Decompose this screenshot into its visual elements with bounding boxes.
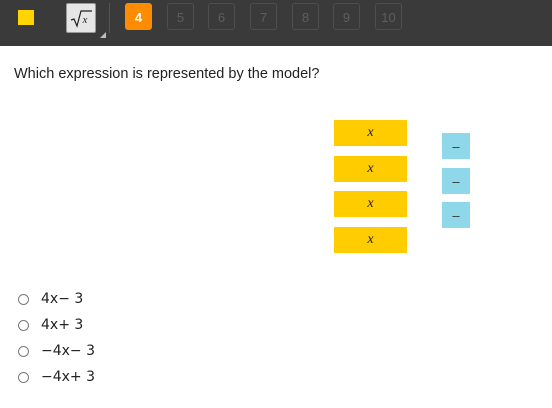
toolbar-divider [109, 3, 110, 33]
answer-option-label: −4x− 3 [41, 343, 96, 359]
x-tile: x [334, 156, 407, 182]
answer-option-4[interactable]: −4x+ 3 [18, 369, 95, 385]
radio-button[interactable] [18, 293, 29, 305]
calculator-button[interactable]: x [66, 3, 96, 33]
answer-option-3[interactable]: −4x− 3 [18, 343, 95, 359]
question-number-10[interactable]: 10 [375, 3, 402, 30]
calculator-menu-indicator [100, 32, 106, 38]
answer-option-label: 4x+ 3 [41, 317, 84, 333]
question-number-8[interactable]: 8 [292, 3, 319, 30]
x-tile: x [334, 120, 407, 146]
question-number-9[interactable]: 9 [333, 3, 360, 30]
radio-button[interactable] [18, 345, 29, 357]
question-number-6[interactable]: 6 [208, 3, 235, 30]
x-tile: x [334, 191, 407, 217]
answer-option-label: 4x− 3 [41, 291, 84, 307]
answer-option-label: −4x+ 3 [41, 369, 96, 385]
negative-unit-tile: – [442, 202, 470, 228]
svg-text:x: x [82, 14, 88, 26]
question-number-5[interactable]: 5 [167, 3, 194, 30]
question-number-7[interactable]: 7 [250, 3, 277, 30]
negative-unit-tile: – [442, 168, 470, 194]
radio-button[interactable] [18, 319, 29, 331]
top-toolbar: x 4 5 6 7 8 9 10 [0, 0, 552, 46]
radio-button[interactable] [18, 371, 29, 383]
flag-icon[interactable] [18, 10, 34, 25]
x-tile: x [334, 227, 407, 253]
answer-option-2[interactable]: 4x+ 3 [18, 317, 83, 333]
square-root-icon: x [70, 10, 92, 28]
negative-unit-tile: – [442, 133, 470, 159]
question-prompt: Which expression is represented by the m… [14, 66, 320, 82]
question-number-4[interactable]: 4 [125, 3, 152, 30]
answer-option-1[interactable]: 4x− 3 [18, 291, 83, 307]
